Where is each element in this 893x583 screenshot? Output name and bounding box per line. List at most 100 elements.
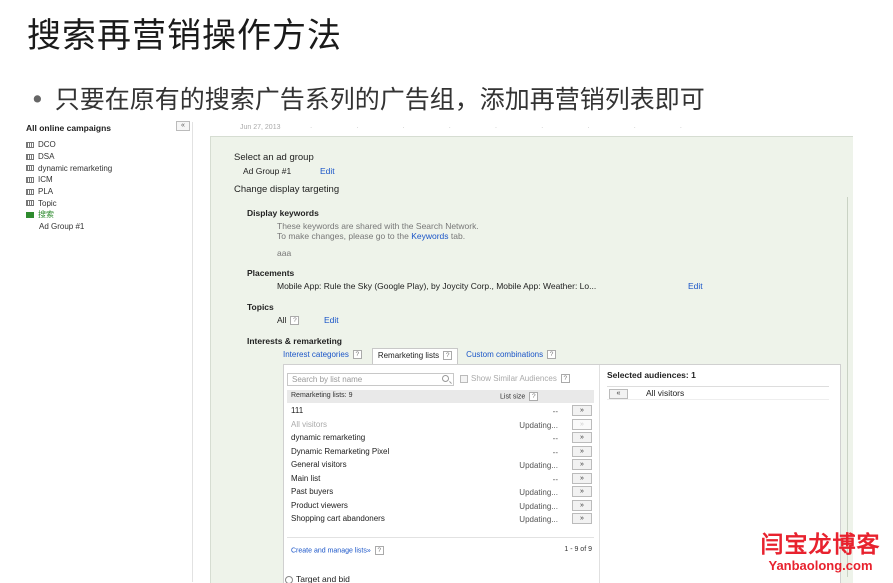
remarketing-list-rows: 111 -- » All visitors Updating... » dynamic … (287, 404, 594, 526)
topics-value: All? (277, 315, 300, 326)
list-name: General visitors (291, 460, 347, 469)
help-icon[interactable]: ? (374, 546, 384, 555)
timeline-ticks: ········· (310, 124, 727, 132)
target-bid-radio[interactable] (285, 575, 293, 583)
tab-label: Remarketing lists (377, 351, 440, 360)
campaign-item-dco[interactable]: DCO (26, 139, 192, 151)
campaign-label: Topic (38, 198, 57, 208)
list-item: 111 -- » (287, 404, 594, 418)
edit-placements-link[interactable]: Edit (688, 281, 703, 291)
search-input[interactable]: Search by list name (287, 373, 454, 386)
similar-checkbox[interactable] (460, 374, 468, 383)
add-list-button[interactable]: » (572, 432, 592, 443)
list-item: dynamic remarketing -- » (287, 431, 594, 445)
campaign-label: 搜索 (38, 210, 54, 220)
placements-heading: Placements (247, 268, 295, 278)
campaign-item-dsa[interactable]: DSA (26, 151, 192, 163)
tab-label: Custom combinations (466, 350, 544, 359)
ad-group-name: Ad Group #1 (243, 166, 292, 176)
list-size: Updating... (519, 488, 558, 497)
tab-interest-categories[interactable]: Interest categories? (281, 348, 366, 364)
campaign-icon (26, 188, 34, 195)
list-item: Product viewers Updating... » (287, 499, 594, 513)
list-size: -- (552, 474, 558, 484)
bullet-text: 只要在原有的搜索广告系列的广告组，添加再营销列表即可 (54, 85, 705, 114)
audience-tabs: Interest categories? Remarketing lists? … (281, 348, 560, 364)
target-and-bid-option[interactable]: Target and bid (285, 574, 350, 583)
help-icon[interactable]: ? (352, 350, 362, 360)
manage-lists-label: Create and manage lists» (291, 547, 371, 555)
list-name: Dynamic Remarketing Pixel (291, 446, 390, 456)
list-item: Main list -- » (287, 472, 594, 486)
campaign-icon (26, 176, 34, 183)
list-name: Past buyers (291, 487, 334, 496)
tab-custom-combinations[interactable]: Custom combinations? (464, 348, 560, 364)
campaign-icon (26, 153, 34, 160)
similar-label: Show Similar Audiences (471, 374, 557, 383)
list-name: Product viewers (291, 500, 348, 510)
campaign-label: PLA (38, 187, 54, 197)
panel-right-rule (847, 197, 848, 577)
add-list-button[interactable]: » (572, 486, 592, 497)
search-icon[interactable] (442, 375, 449, 382)
keywords-tab-link[interactable]: Keywords (411, 231, 448, 241)
size-label: List size (500, 393, 526, 401)
list-size: Updating... (519, 420, 558, 430)
change-targeting-heading: Change display targeting (234, 184, 340, 195)
campaign-icon (26, 200, 34, 207)
collapse-sidebar-button[interactable]: « (176, 121, 190, 131)
tab-remarketing-lists[interactable]: Remarketing lists? (371, 348, 459, 364)
folder-open-icon (26, 211, 34, 218)
sidebar-heading[interactable]: All online campaigns (26, 123, 192, 133)
watermark-en: Yanbaolong.com (768, 558, 873, 573)
selected-audiences-heading: Selected audiences: 1 (607, 370, 696, 380)
topics-value-text: All (277, 315, 287, 325)
bullet-dot: • (30, 85, 45, 114)
edit-ad-group-link[interactable]: Edit (320, 166, 335, 176)
list-item: General visitors Updating... » (287, 458, 594, 472)
campaign-item-icm[interactable]: ICM (26, 174, 192, 186)
add-list-button[interactable]: » (572, 472, 592, 484)
list-item: Past buyers Updating... » (287, 485, 594, 499)
campaign-item-topic[interactable]: Topic (26, 197, 192, 209)
list-size-heading[interactable]: List size? (500, 392, 539, 401)
interests-heading: Interests & remarketing (247, 336, 342, 346)
similar-audiences-toggle[interactable]: Show Similar Audiences? (460, 374, 570, 384)
campaign-item-dynamic-remarketing[interactable]: dynamic remarketing (26, 162, 192, 174)
add-list-button[interactable]: » (572, 513, 592, 524)
select-ad-group-label: Select an ad group (234, 152, 314, 163)
target-bid-label: Target and bid (296, 574, 350, 583)
list-footer: Create and manage lists»? 1 - 9 of 9 (287, 537, 594, 561)
watermark-cn: 闫宝龙博客 (760, 532, 881, 558)
help-icon[interactable]: ? (547, 350, 557, 360)
manage-lists-link[interactable]: Create and manage lists»? (291, 546, 384, 555)
list-name: Shopping cart abandoners (291, 514, 385, 523)
campaign-item-search[interactable]: 搜索 (26, 209, 192, 221)
list-item: All visitors Updating... » (287, 418, 594, 432)
ad-group-item[interactable]: Ad Group #1 (26, 221, 192, 233)
help-icon[interactable]: ? (560, 374, 570, 384)
date-strip: Jun 27, 2013 (240, 124, 281, 131)
edit-topics-link[interactable]: Edit (324, 315, 339, 325)
add-list-button[interactable]: » (572, 445, 592, 457)
campaign-item-pla[interactable]: PLA (26, 186, 192, 198)
list-size: -- (552, 447, 558, 457)
list-size: -- (552, 407, 558, 416)
list-name: dynamic remarketing (291, 433, 366, 442)
help-icon[interactable]: ? (443, 351, 453, 361)
campaign-icon (26, 165, 34, 172)
add-list-button[interactable]: » (572, 499, 592, 511)
remove-audience-button[interactable]: « (609, 389, 628, 399)
targeting-panel: Select an ad group Ad Group #1 Edit Chan… (210, 136, 853, 583)
campaign-label: DCO (38, 140, 56, 150)
pagination-label: 1 - 9 of 9 (564, 546, 592, 553)
slide-title: 搜索再营销操作方法 (27, 16, 342, 56)
add-list-button[interactable]: » (572, 405, 592, 416)
slide-bullet: • 只要在原有的搜索广告系列的广告组，添加再营销列表即可 (30, 80, 705, 116)
add-list-button[interactable]: » (572, 459, 592, 470)
help-icon[interactable]: ? (290, 316, 300, 326)
placements-value: Mobile App: Rule the Sky (Google Play), … (277, 281, 597, 291)
list-size: Updating... (519, 461, 558, 470)
list-size: Updating... (519, 515, 558, 524)
help-icon[interactable]: ? (529, 392, 539, 401)
